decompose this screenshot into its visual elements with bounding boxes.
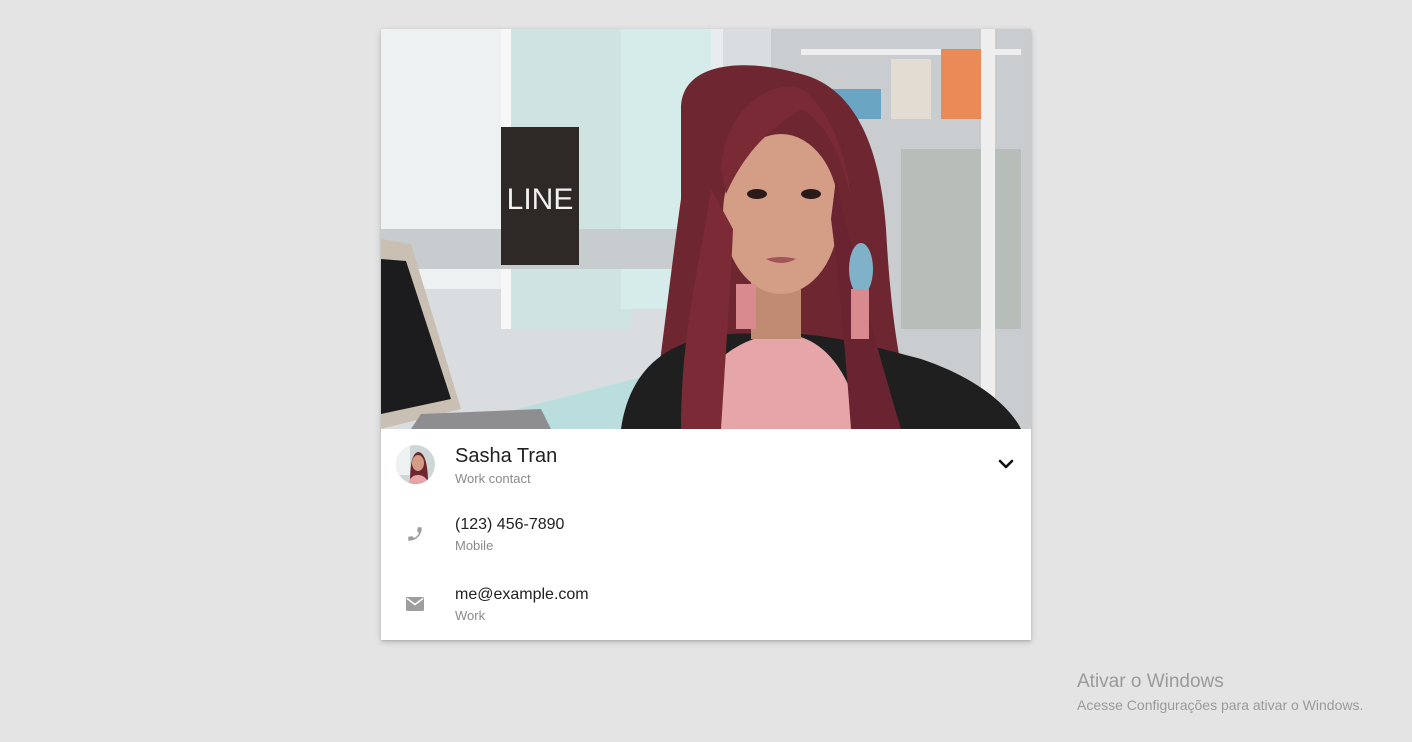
email-icon bbox=[405, 594, 425, 614]
svg-text:LINE: LINE bbox=[507, 183, 574, 216]
email-row[interactable]: me@example.com Work bbox=[381, 569, 1031, 639]
contact-card: LINE Sasha Tran Work contact (123) 456-7… bbox=[381, 29, 1031, 640]
email-address: me@example.com bbox=[455, 586, 589, 603]
contact-name: Sasha Tran bbox=[455, 445, 558, 467]
watermark-subtitle: Acesse Configurações para ativar o Windo… bbox=[1077, 697, 1364, 713]
hero-photo: LINE bbox=[381, 29, 1031, 429]
phone-label: Mobile bbox=[455, 538, 494, 553]
contact-header[interactable]: Sasha Tran Work contact bbox=[381, 429, 1031, 499]
windows-activation-watermark: Ativar o Windows Acesse Configurações pa… bbox=[1077, 671, 1363, 715]
email-label: Work bbox=[455, 608, 486, 623]
watermark-title: Ativar o Windows bbox=[1077, 671, 1224, 692]
expand-button[interactable] bbox=[993, 451, 1019, 477]
portrait-image: LINE bbox=[381, 29, 1031, 429]
avatar-image bbox=[396, 445, 435, 484]
contact-subtitle: Work contact bbox=[455, 471, 531, 486]
phone-number: (123) 456-7890 bbox=[455, 516, 565, 533]
phone-row[interactable]: (123) 456-7890 Mobile bbox=[381, 499, 1031, 569]
phone-icon bbox=[405, 524, 425, 544]
avatar bbox=[396, 445, 435, 484]
chevron-down-icon bbox=[998, 459, 1014, 469]
